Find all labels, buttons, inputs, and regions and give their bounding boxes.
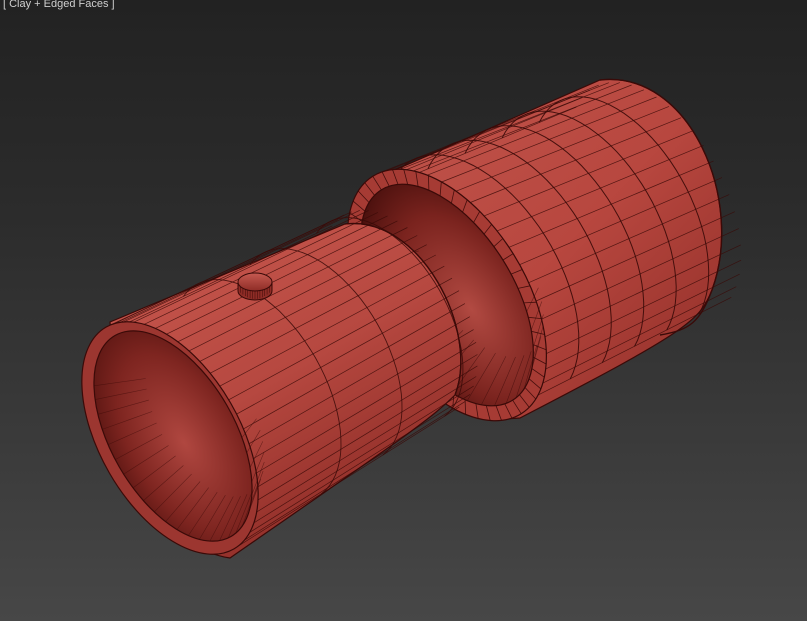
3d-viewport[interactable]: [ Clay + Edged Faces ]: [0, 0, 807, 621]
model-scene[interactable]: [0, 0, 807, 621]
wire-edge: [464, 399, 466, 415]
inner-tube[interactable]: [45, 209, 478, 584]
wire-edge: [428, 175, 430, 191]
locking-pin[interactable]: [237, 272, 273, 301]
